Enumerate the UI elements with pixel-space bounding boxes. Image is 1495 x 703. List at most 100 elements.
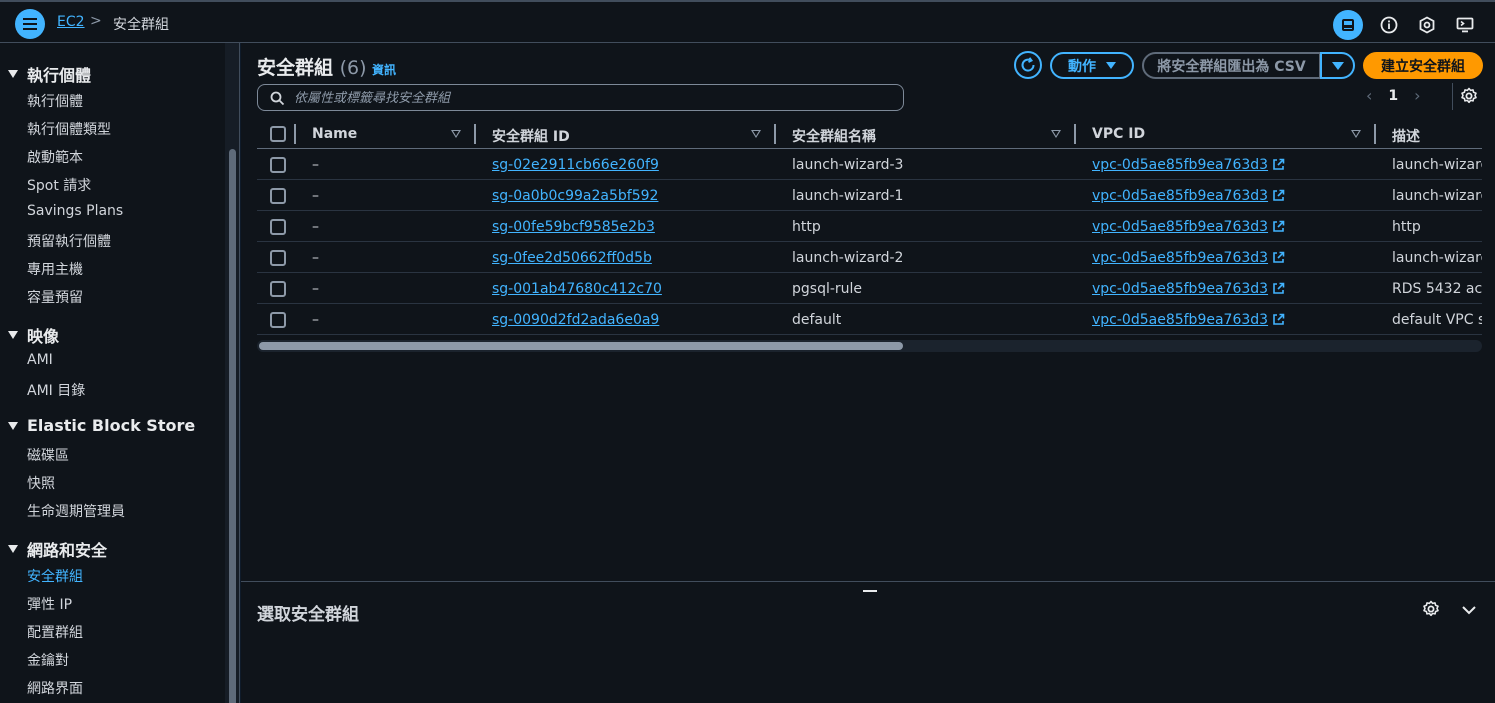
sidebar-item-ami-catalog[interactable]: AMI 目錄 [27,380,85,400]
nav-section-ebs[interactable]: Elastic Block Store [8,416,195,435]
sidebar-item-network-interfaces[interactable]: 網路界面 [27,678,83,698]
column-divider[interactable] [774,124,776,144]
search-icon [270,91,285,106]
next-page-button[interactable]: › [1414,86,1420,105]
sort-icon[interactable] [1351,130,1361,138]
vpc-id-text: vpc-0d5ae85fb9ea763d3 [1092,281,1269,297]
column-divider[interactable] [1374,124,1376,144]
row-checkbox[interactable] [270,219,286,235]
cell-group-id-link[interactable]: sg-00fe59bcf9585e2b3 [492,219,655,235]
panel-toggle-button[interactable] [1333,10,1363,40]
row-checkbox[interactable] [270,157,286,173]
actions-label: 動作 [1068,58,1096,75]
column-divider[interactable] [474,124,476,144]
refresh-button[interactable] [1014,51,1042,79]
cell-group-id-link[interactable]: sg-0a0b0c99a2a5bf592 [492,188,658,204]
cell-name: – [312,157,319,173]
sidebar-item-snapshots[interactable]: 快照 [27,473,55,493]
current-page-number[interactable]: 1 [1388,88,1398,104]
cell-group-id-link[interactable]: sg-0090d2fd2ada6e0a9 [492,312,659,328]
column-header-vpc-id[interactable]: VPC ID [1092,126,1145,142]
cloudshell-icon [1456,17,1474,33]
sort-icon[interactable] [751,130,761,138]
split-panel-preferences-button[interactable] [1422,600,1440,622]
nav-section-network-security[interactable]: 網路和安全 [8,537,107,561]
column-divider[interactable] [1074,124,1076,144]
table-preferences-button[interactable] [1460,87,1478,109]
column-header-group-id[interactable]: 安全群組 ID [492,126,570,146]
sidebar-item-dedicated-hosts[interactable]: 專用主機 [27,259,83,279]
cell-group-name: launch-wizard-3 [792,157,904,173]
split-panel-resize-handle[interactable] [863,590,877,592]
table-scrollbar-thumb[interactable] [259,342,903,350]
sidebar-item-elastic-ip[interactable]: 彈性 IP [27,594,72,614]
info-link[interactable]: 資訊 [372,61,396,78]
sidebar-item-capacity-reservations[interactable]: 容量預留 [27,287,83,307]
nav-section-label: 網路和安全 [27,541,108,560]
table-row[interactable]: – sg-0a0b0c99a2a5bf592 launch-wizard-1 v… [257,180,1482,211]
cell-group-id-link[interactable]: sg-001ab47680c412c70 [492,281,662,297]
column-header-group-name[interactable]: 安全群組名稱 [792,126,876,146]
cell-group-name: default [792,312,842,328]
cell-vpc-id-link[interactable]: vpc-0d5ae85fb9ea763d3 [1092,219,1285,235]
info-button[interactable] [1377,13,1401,37]
table-row[interactable]: – sg-0090d2fd2ada6e0a9 default vpc-0d5ae… [257,304,1482,335]
column-divider[interactable] [294,124,296,144]
caret-down-icon [1106,62,1116,69]
cell-group-id-link[interactable]: sg-02e2911cb66e260f9 [492,157,659,173]
table-row[interactable]: – sg-0fee2d50662ff0d5b launch-wizard-2 v… [257,242,1482,273]
row-checkbox[interactable] [270,188,286,204]
panel-toggle-icon [1342,19,1354,31]
table-row[interactable]: – sg-001ab47680c412c70 pgsql-rule vpc-0d… [257,273,1482,304]
row-checkbox[interactable] [270,250,286,266]
row-checkbox[interactable] [270,312,286,328]
previous-page-button[interactable]: ‹ [1366,86,1372,105]
sidebar-item-key-pairs[interactable]: 金鑰對 [27,650,69,670]
column-header-name[interactable]: Name [312,126,357,142]
table-header: Name 安全群組 ID 安全群組名稱 VPC ID 描述 [257,120,1482,149]
sidebar-item-launch-templates[interactable]: 啟動範本 [27,147,83,167]
select-all-checkbox[interactable] [270,126,286,142]
actions-dropdown-button[interactable]: 動作 [1050,52,1134,79]
cell-vpc-id-link[interactable]: vpc-0d5ae85fb9ea763d3 [1092,250,1285,266]
breadcrumb-ec2-link[interactable]: EC2 [57,14,85,30]
external-link-icon [1273,220,1285,232]
table-horizontal-scrollbar[interactable] [257,340,1482,352]
column-header-description[interactable]: 描述 [1392,126,1420,146]
sort-icon[interactable] [451,130,461,138]
sort-icon[interactable] [1051,130,1061,138]
cell-group-name: pgsql-rule [792,281,863,297]
cloudshell-button[interactable] [1453,13,1477,37]
cell-description: launch-wizard-2 [1392,250,1482,266]
sidebar-item-placement-groups[interactable]: 配置群組 [27,622,83,642]
cell-vpc-id-link[interactable]: vpc-0d5ae85fb9ea763d3 [1092,157,1285,173]
search-input[interactable] [294,88,894,108]
create-security-group-button[interactable]: 建立安全群組 [1363,52,1483,79]
export-csv-dropdown-button[interactable] [1320,52,1355,79]
nav-section-instances[interactable]: 執行個體 [8,62,91,86]
cell-vpc-id-link[interactable]: vpc-0d5ae85fb9ea763d3 [1092,312,1285,328]
sidebar-item-volumes[interactable]: 磁碟區 [27,445,69,465]
sidebar-item-lifecycle-manager[interactable]: 生命週期管理員 [27,501,125,521]
sidebar-item-reserved-instances[interactable]: 預留執行個體 [27,231,111,251]
search-field[interactable] [257,84,904,111]
sidebar-scrollbar-thumb[interactable] [229,149,236,703]
sidebar-item-instances[interactable]: 執行個體 [27,91,83,111]
sidebar-item-spot-requests[interactable]: Spot 請求 [27,175,91,195]
split-panel-collapse-button[interactable] [1460,601,1478,623]
security-groups-table: Name 安全群組 ID 安全群組名稱 VPC ID 描述 – sg-02e29… [257,120,1482,355]
cell-group-id-link[interactable]: sg-0fee2d50662ff0d5b [492,250,652,266]
security-button[interactable] [1415,13,1439,37]
row-checkbox[interactable] [270,281,286,297]
cell-vpc-id-link[interactable]: vpc-0d5ae85fb9ea763d3 [1092,188,1285,204]
sidebar-item-instance-types[interactable]: 執行個體類型 [27,119,111,139]
export-csv-button[interactable]: 將安全群組匯出為 CSV [1142,52,1321,79]
sidebar-item-ami[interactable]: AMI [27,352,53,368]
menu-button[interactable] [15,9,45,39]
cell-vpc-id-link[interactable]: vpc-0d5ae85fb9ea763d3 [1092,281,1285,297]
table-row[interactable]: – sg-02e2911cb66e260f9 launch-wizard-3 v… [257,149,1482,180]
table-row[interactable]: – sg-00fe59bcf9585e2b3 http vpc-0d5ae85f… [257,211,1482,242]
sidebar-item-savings-plans[interactable]: Savings Plans [27,203,123,219]
sidebar-item-security-groups[interactable]: 安全群組 [27,566,83,586]
nav-section-images[interactable]: 映像 [8,323,59,347]
